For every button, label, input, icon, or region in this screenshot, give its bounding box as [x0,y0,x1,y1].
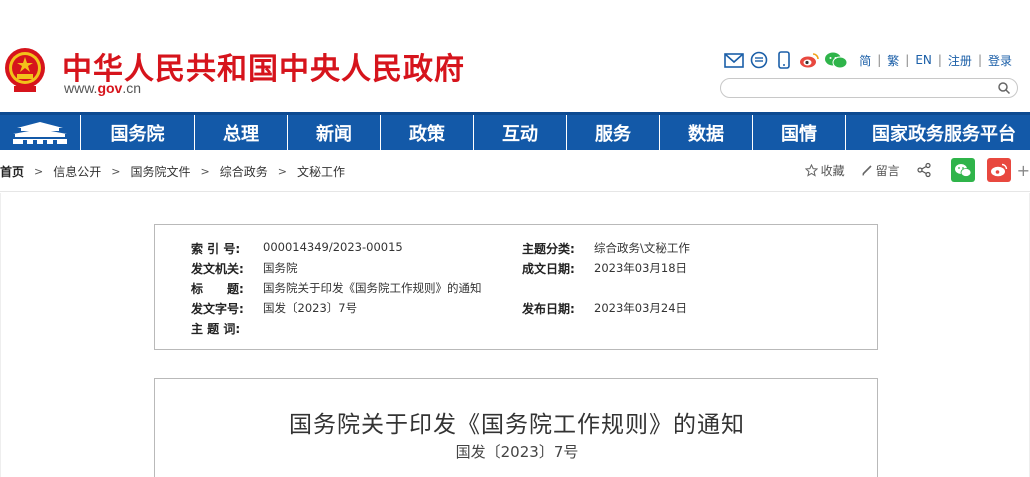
breadcrumb: 首页 > 信息公开 > 国务院文件 > 综合政务 > 文秘工作 [0,163,345,180]
wechat-share-button[interactable] [950,158,975,182]
issuer-label: 发文机关: [191,262,244,276]
wechat-icon [954,163,971,177]
doc-number-label: 发文字号: [191,302,244,316]
breadcrumb-home[interactable]: 首页 [0,163,24,180]
search-icon[interactable] [997,81,1011,95]
share-icon [916,162,931,178]
page-actions: 收藏 留言 + [804,158,1030,182]
simplified-link[interactable]: 简 [853,52,877,69]
content-area: 索 引 号: 000014349/2023-00015 主题分类: 综合政务\文… [0,193,1030,477]
meta-row: 发文字号: 国发〔2023〕7号 发布日期: 2023年03月24日 [155,300,879,320]
wechat-icon[interactable] [824,51,848,69]
nav-item-policy[interactable]: 政策 [380,115,473,150]
title-label: 标 题: [191,282,244,296]
mobile-icon[interactable] [774,51,794,69]
search-box [720,78,1018,99]
breadcrumb-bar: 首页 > 信息公开 > 国务院文件 > 综合政务 > 文秘工作 收藏 留言 + [0,150,1030,192]
url-suffix: .cn [122,80,142,96]
title-value: 国务院关于印发《国务院工作规则》的通知 [263,281,482,295]
nav-item-data[interactable]: 数据 [659,115,752,150]
publish-date-value: 2023年03月24日 [594,301,688,315]
doc-number-value: 国发〔2023〕7号 [263,301,358,315]
document-metadata-table: 索 引 号: 000014349/2023-00015 主题分类: 综合政务\文… [154,224,878,350]
document-body: 国务院关于印发《国务院工作规则》的通知 国发〔2023〕7号 [154,378,878,477]
english-link[interactable]: EN [909,53,938,67]
register-link[interactable]: 注册 [942,52,978,69]
search-input[interactable] [731,81,1001,99]
breadcrumb-general-affairs[interactable]: 综合政务 [220,163,268,180]
issuer-value: 国务院 [263,261,298,275]
breadcrumb-info-disclosure[interactable]: 信息公开 [53,163,101,180]
keywords-label: 主 题 词: [191,322,241,336]
nav-item-interaction[interactable]: 互动 [473,115,566,150]
site-url[interactable]: www.gov.cn [64,80,141,96]
favorite-label: 收藏 [820,163,845,178]
written-date-label: 成文日期: [522,262,575,276]
tiananmen-icon[interactable] [0,115,80,150]
nav-item-state-council[interactable]: 国务院 [80,115,194,150]
publish-date-label: 发布日期: [522,302,575,316]
chevron-right-icon: > [200,165,210,178]
chevron-right-icon: > [277,165,287,178]
url-prefix: www. [64,80,98,96]
traditional-link[interactable]: 繁 [881,52,905,69]
meta-row: 主 题 词: [155,320,879,340]
login-link[interactable]: 登录 [982,52,1018,69]
meta-row: 索 引 号: 000014349/2023-00015 主题分类: 综合政务\文… [155,240,879,260]
top-tools: 简 | 繁 | EN | 注册 | 登录 [724,50,1018,70]
nav-items: 国务院 总理 新闻 政策 互动 服务 数据 国情 国家政务服务平台 [80,115,1030,150]
breadcrumb-secretarial-work[interactable]: 文秘工作 [297,163,345,180]
topic-label: 主题分类: [522,242,575,256]
share-button[interactable] [916,162,935,178]
nav-item-service[interactable]: 服务 [566,115,659,150]
star-icon [804,163,818,177]
url-gov: gov [97,80,123,96]
pencil-icon [861,165,872,176]
chevron-right-icon: > [111,165,121,178]
breadcrumb-state-council-docs[interactable]: 国务院文件 [130,163,190,180]
site-header: 中华人民共和国中央人民政府 www.gov.cn 简 | 繁 | EN | 注册 | 登… [0,0,1030,112]
comment-label: 留言 [875,163,900,178]
national-emblem-icon[interactable] [4,44,46,94]
nav-item-news[interactable]: 新闻 [287,115,380,150]
comment-button[interactable]: 留言 [861,162,900,179]
weibo-icon[interactable] [799,51,819,69]
nav-item-premier[interactable]: 总理 [194,115,287,150]
document-number: 国发〔2023〕7号 [455,443,579,461]
meta-row: 标 题: 国务院关于印发《国务院工作规则》的通知 [155,280,879,300]
document-title: 国务院关于印发《国务院工作规则》的通知 [289,412,745,438]
weibo-icon [990,163,1007,177]
main-nav: 国务院 总理 新闻 政策 互动 服务 数据 国情 国家政务服务平台 [0,112,1030,150]
message-icon[interactable] [749,51,769,69]
meta-row: 发文机关: 国务院 成文日期: 2023年03月18日 [155,260,879,280]
topic-value: 综合政务\文秘工作 [594,241,690,255]
weibo-share-button[interactable] [986,158,1011,182]
index-label: 索 引 号: [191,242,241,256]
mail-icon[interactable] [724,51,744,69]
favorite-button[interactable]: 收藏 [804,162,845,179]
index-value: 000014349/2023-00015 [263,240,403,254]
written-date-value: 2023年03月18日 [594,261,688,275]
chevron-right-icon: > [34,165,44,178]
more-share-button[interactable]: + [1017,161,1030,180]
nav-item-national-info[interactable]: 国情 [752,115,845,150]
nav-item-gov-service-platform[interactable]: 国家政务服务平台 [845,115,1030,150]
